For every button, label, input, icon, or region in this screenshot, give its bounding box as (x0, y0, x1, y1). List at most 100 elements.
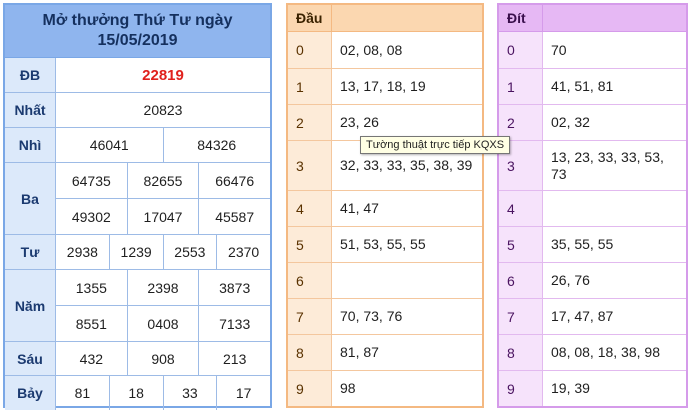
dit-numbers: 70 (551, 41, 567, 58)
prize-number: 2553 (162, 235, 217, 269)
prize-row: ĐB 22819 (5, 58, 270, 93)
prize-number: 3873 (198, 270, 270, 305)
dau-header-row: Đầu (288, 5, 482, 32)
results-date: 15/05/2019 (97, 32, 178, 49)
prize-number: 908 (126, 342, 199, 375)
dit-digit: 5 (499, 227, 543, 262)
dau-digit: 0 (288, 32, 332, 68)
prize-row: Năm 1355 2398 3873 8551 0408 7133 (5, 270, 270, 342)
dit-row: 8 08, 08, 18, 38, 98 (499, 335, 686, 371)
results-header: Mở thưởng Thứ Tư ngày 15/05/2019 (5, 5, 270, 58)
prize-row: Nhất 20823 (5, 93, 270, 128)
prize-row: Sáu 432 908 213 (5, 342, 270, 376)
dau-numbers: 81, 87 (340, 344, 379, 360)
dit-digit: 9 (499, 371, 543, 406)
dau-header: Đầu (288, 5, 332, 31)
dit-row: 9 19, 39 (499, 371, 686, 406)
dau-digit: 3 (288, 141, 332, 190)
prize-number: 17 (216, 376, 270, 410)
prize-number: 82655 (126, 163, 199, 198)
dit-numbers: 26, 76 (551, 272, 590, 288)
dau-digit: 2 (288, 105, 332, 140)
dau-numbers (332, 263, 482, 298)
prize-number: 1355 (75, 279, 107, 296)
prize-number: 213 (198, 342, 270, 375)
dau-row: 4 41, 47 (288, 191, 482, 227)
dit-row: 2 02, 32 (499, 105, 686, 141)
prize-number: 7133 (198, 306, 270, 341)
dit-header-blank (543, 5, 686, 31)
results-title-line1: Mở thưởng Thứ Tư ngày (42, 12, 233, 29)
dau-numbers: 41, 47 (340, 200, 379, 216)
dit-digit: 4 (499, 191, 543, 226)
dau-digit: 1 (288, 69, 332, 104)
prize-number: 81 (74, 385, 91, 401)
dau-digit: 9 (288, 371, 332, 406)
prize-label: Nhì (5, 128, 56, 162)
prize-row: Tư 2938 1239 2553 2370 (5, 235, 270, 270)
dit-header-row: Đít (499, 5, 686, 32)
dau-numbers: 02, 08, 08 (340, 41, 403, 58)
prize-number: 64735 (71, 172, 111, 189)
prize-label: Năm (5, 270, 56, 341)
dit-row: 5 35, 55, 55 (499, 227, 686, 263)
live-results-tooltip: Tường thuật trực tiếp KQXS (360, 136, 511, 154)
prize-row: Nhì 46041 84326 (5, 128, 270, 163)
dit-row: 1 41, 51, 81 (499, 69, 686, 105)
dau-row: 7 70, 73, 76 (288, 299, 482, 335)
dit-digit: 7 (499, 299, 543, 334)
dit-row: 4 (499, 191, 686, 227)
prize-row: Ba 64735 82655 66476 49302 17047 45587 (5, 163, 270, 235)
prize-row: Bảy 81 18 33 17 (5, 376, 270, 410)
dau-digit: 4 (288, 191, 332, 226)
prize-label: Bảy (5, 376, 56, 410)
dau-row: 9 98 (288, 371, 482, 406)
dit-digit: 6 (499, 263, 543, 298)
dau-numbers: 98 (340, 380, 356, 396)
prize-number: 66476 (198, 163, 270, 198)
results-table: Mở thưởng Thứ Tư ngày 15/05/2019 ĐB 22819… (3, 3, 272, 410)
dit-digit: 8 (499, 335, 543, 370)
dau-header-blank (332, 5, 482, 31)
dit-row: 6 26, 76 (499, 263, 686, 299)
prize-number: 2398 (126, 270, 199, 305)
dit-numbers: 17, 47, 87 (551, 308, 614, 324)
prize-number: 8551 (75, 315, 107, 332)
dau-numbers: 51, 53, 55, 55 (340, 236, 426, 252)
prize-number: 0408 (126, 306, 199, 341)
dit-numbers (543, 191, 686, 226)
dau-row: 0 02, 08, 08 (288, 32, 482, 69)
prize-number: 432 (79, 350, 104, 367)
prize-number: 18 (108, 376, 163, 410)
dit-digit: 1 (499, 69, 543, 104)
dau-numbers: 70, 73, 76 (340, 308, 403, 324)
dit-row: 3 13, 23, 33, 33, 53, 73 (499, 141, 686, 191)
dau-row: 6 (288, 263, 482, 299)
prize-number: 2370 (216, 235, 270, 269)
prize-number: 46041 (89, 137, 129, 153)
dit-numbers: 41, 51, 81 (551, 78, 614, 94)
dit-digit: 0 (499, 32, 543, 68)
dit-row: 7 17, 47, 87 (499, 299, 686, 335)
dau-digit: 6 (288, 263, 332, 298)
dau-row: 5 51, 53, 55, 55 (288, 227, 482, 263)
prize-label: Tư (5, 235, 56, 269)
dit-numbers: 02, 32 (551, 114, 590, 130)
dit-table: Đít 0 70 1 41, 51, 81 2 02, 32 3 13, 23, 33, 33… (497, 3, 688, 408)
dit-numbers: 19, 39 (551, 380, 590, 396)
prize-number: 33 (162, 376, 217, 410)
prize-number: 2938 (66, 244, 98, 260)
prize-number: 20823 (143, 102, 183, 118)
prize-number: 1239 (108, 235, 163, 269)
dau-digit: 8 (288, 335, 332, 370)
results-body: ĐB 22819 Nhất 20823 Nhì 46041 84326 Ba 64735 8265… (5, 58, 270, 410)
dau-row: 8 81, 87 (288, 335, 482, 371)
prize-number: 17047 (126, 199, 199, 234)
dau-digit: 7 (288, 299, 332, 334)
dit-numbers: 13, 23, 33, 33, 53, 73 (551, 148, 664, 182)
dit-digit: 2 (499, 105, 543, 140)
prize-number: 45587 (198, 199, 270, 234)
dau-body: 0 02, 08, 08 1 13, 17, 18, 19 2 23, 26 3 32, 33… (288, 32, 482, 406)
dau-digit: 5 (288, 227, 332, 262)
dau-table: Đầu 0 02, 08, 08 1 13, 17, 18, 19 2 23, 26 3 32… (286, 3, 484, 408)
